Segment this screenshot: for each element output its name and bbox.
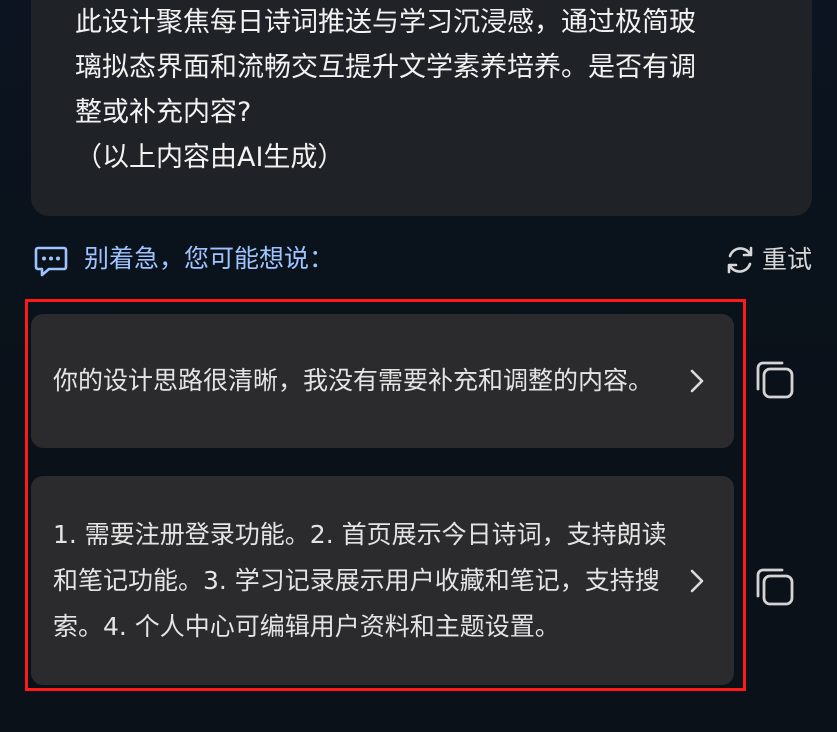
refresh-icon — [727, 246, 753, 274]
chevron-right-icon — [690, 369, 704, 393]
retry-button[interactable]: 重试 — [724, 241, 812, 279]
chevron-right-icon — [690, 569, 704, 592]
ai-message-line-2: 璃拟态界面和流畅交互提升文学素养培养。是否有调 — [75, 52, 696, 83]
copy-icon[interactable] — [752, 564, 800, 612]
ai-message-line-3: 整或补充内容? — [75, 97, 252, 128]
ai-message-disclaimer: （以上内容由AI生成） — [75, 142, 345, 173]
chat-bubble-icon — [34, 246, 68, 277]
suggestion-card-2[interactable]: 1. 需要注册登录功能。2. 首页展示今日诗词，支持朗读和笔记功能。3. 学习记… — [31, 476, 734, 685]
suggestion-card-1[interactable]: 你的设计思路很清晰，我没有需要补充和调整的内容。 — [31, 314, 734, 448]
ai-message-line-1: 此设计聚焦每日诗词推送与学习沉浸感，通过极简玻 — [75, 7, 696, 38]
copy-icon[interactable] — [752, 357, 800, 405]
suggestion-text: 你的设计思路很清晰，我没有需要补充和调整的内容。 — [53, 366, 654, 395]
suggestions-header: 别着急，您可能想说： 重试 — [31, 236, 812, 284]
suggestion-text: 1. 需要注册登录功能。2. 首页展示今日诗词，支持朗读和笔记功能。3. 学习记… — [53, 519, 667, 641]
retry-label: 重试 — [761, 245, 812, 274]
ai-message-bubble: 此设计聚焦每日诗词推送与学习沉浸感，通过极简玻 璃拟态界面和流畅交互提升文学素养… — [31, 0, 812, 216]
suggestions-label: 别着急，您可能想说： — [84, 244, 335, 273]
